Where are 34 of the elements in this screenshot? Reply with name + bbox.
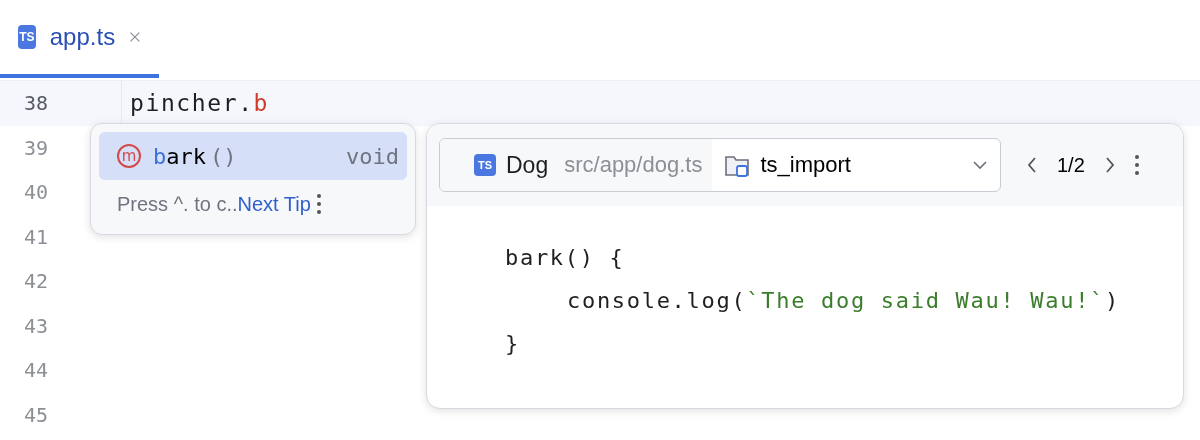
- typescript-file-icon: TS: [18, 25, 36, 49]
- line-number: 44: [23, 357, 50, 385]
- method-params: (): [210, 143, 237, 169]
- class-name: Dog: [506, 151, 549, 179]
- return-type: void: [346, 143, 399, 169]
- line-number: 40: [23, 179, 50, 207]
- code-token: }: [505, 331, 520, 356]
- tab-title: app.ts: [49, 23, 116, 51]
- next-tip-link[interactable]: Next Tip: [237, 192, 311, 216]
- more-icon[interactable]: [316, 193, 321, 215]
- previous-icon[interactable]: [1027, 156, 1037, 174]
- code-token: b: [253, 90, 270, 117]
- chevron-down-icon: [972, 160, 988, 170]
- code-token: pincher.: [130, 90, 254, 117]
- module-name: ts_import: [760, 152, 851, 178]
- code-token: console.log(: [567, 288, 747, 313]
- line-number: 41: [23, 223, 50, 251]
- string-literal: `The dog said Wau! Wau!`: [746, 288, 1106, 313]
- line-number: 45: [23, 401, 50, 429]
- line-number: 43: [23, 312, 50, 340]
- declaration-selector[interactable]: TS Dog src/app/dog.ts ts_import: [439, 138, 1001, 192]
- method-icon: m: [117, 144, 141, 168]
- file-path: src/app/dog.ts: [564, 152, 703, 178]
- more-icon[interactable]: [1134, 154, 1139, 176]
- completion-item[interactable]: m bark () void: [99, 132, 407, 180]
- typescript-file-icon: TS: [474, 154, 496, 176]
- line-number: 42: [23, 268, 50, 296]
- page-counter: 1/2: [1057, 153, 1085, 177]
- hint-text: Press ^. to c..: [117, 192, 238, 216]
- code-token: ): [1105, 288, 1120, 313]
- next-icon[interactable]: [1104, 156, 1115, 174]
- line-number: 39: [23, 134, 50, 162]
- code-token: bark() {: [505, 245, 625, 270]
- method-name: bark: [153, 143, 206, 169]
